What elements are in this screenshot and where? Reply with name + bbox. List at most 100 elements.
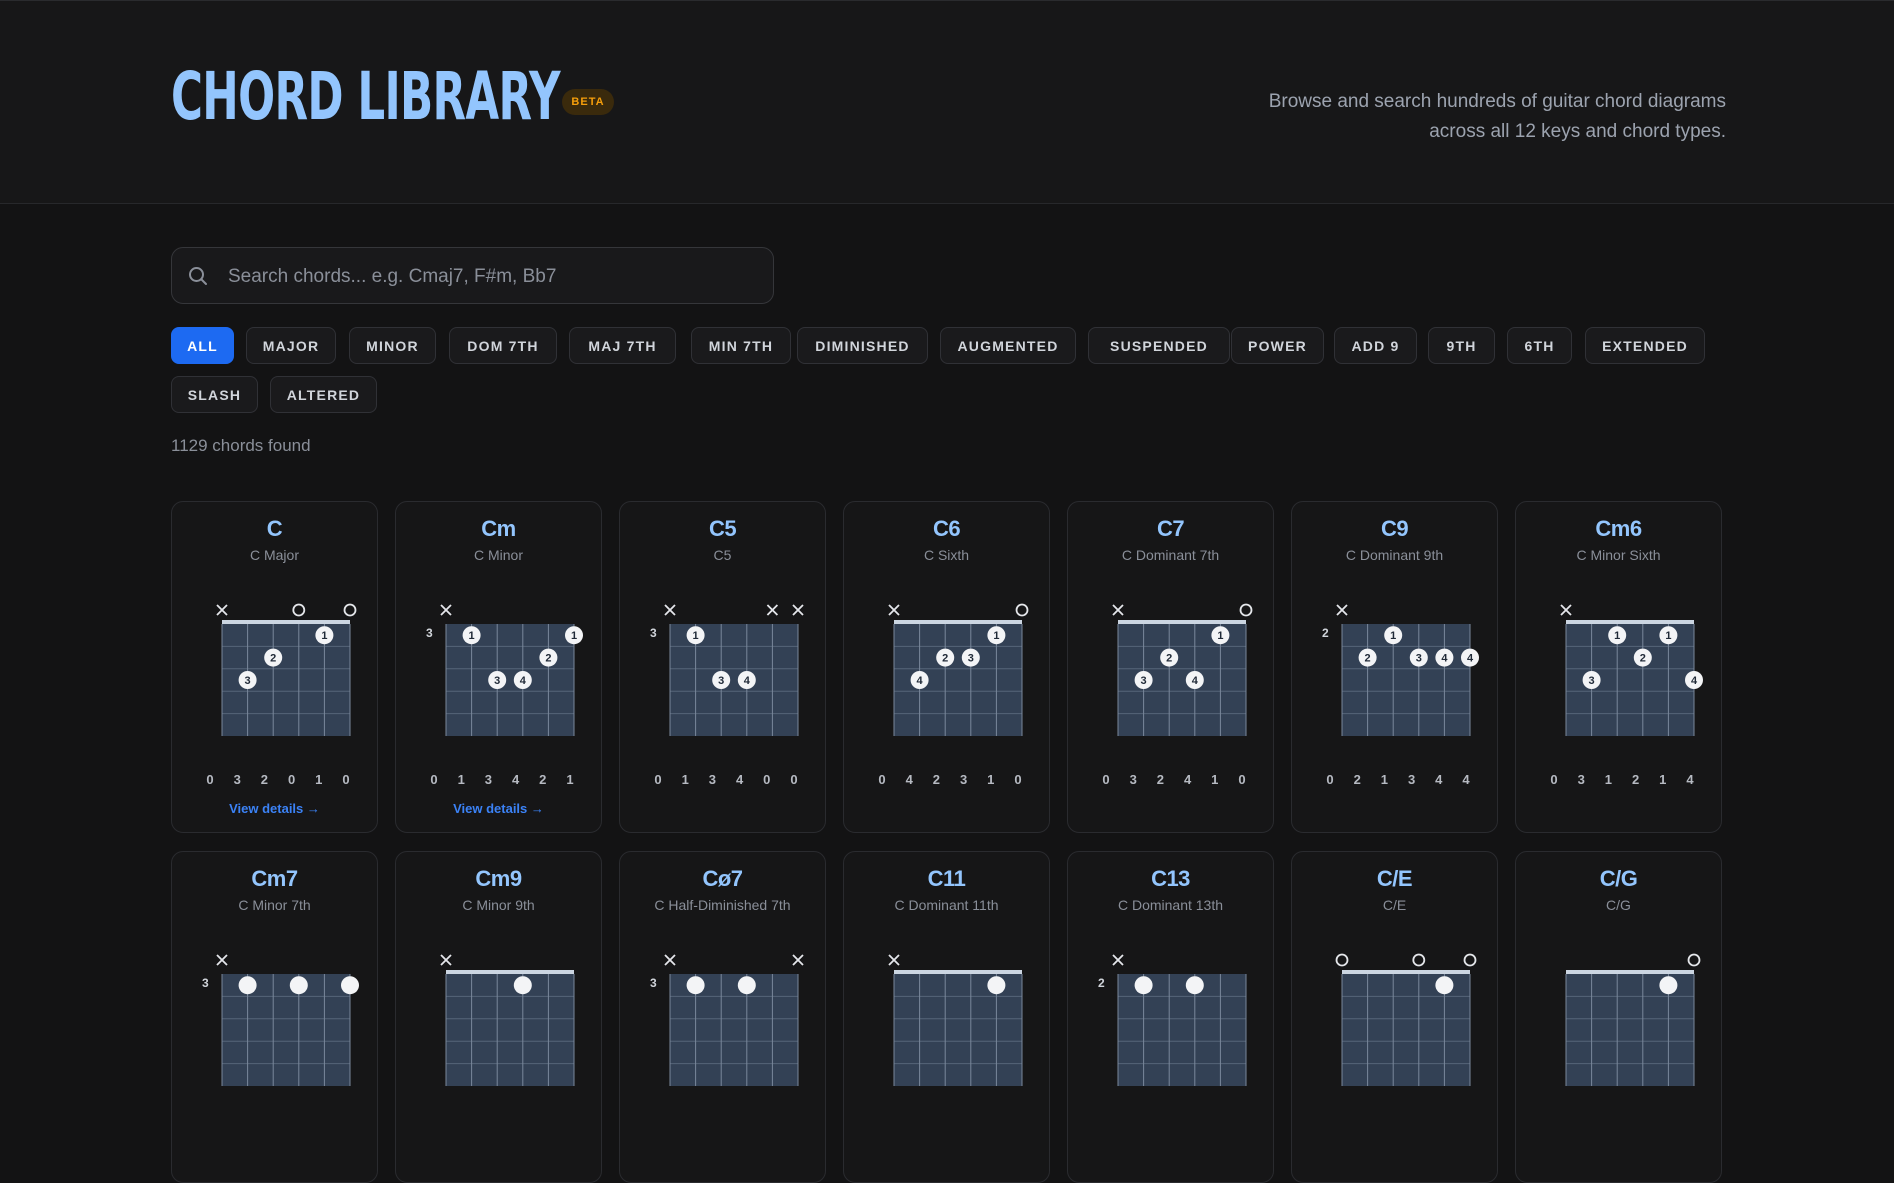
finger-label: 1 — [1211, 772, 1219, 787]
open-string-icon — [1687, 953, 1701, 967]
chord-name: Cm7 — [251, 866, 298, 891]
filter-chip-maj-7th[interactable]: MAJ 7TH — [569, 327, 676, 364]
finger-label: 4 — [511, 772, 520, 787]
open-string-icon — [1463, 953, 1477, 967]
search-input[interactable] — [226, 248, 760, 305]
finger-number: 3 — [494, 675, 500, 687]
chord-card[interactable]: Cm9 C Minor 9th — [395, 851, 602, 1183]
filter-chip-dom-7th[interactable]: DOM 7TH — [449, 327, 557, 364]
filter-chip-min-7th[interactable]: MIN 7TH — [691, 327, 791, 364]
chord-name: C9 — [1380, 516, 1409, 541]
chord-name: C5 — [708, 516, 737, 541]
view-details-link[interactable]: View details → — [396, 801, 601, 816]
finger-label: 3 — [233, 772, 241, 787]
finger-dot — [289, 976, 308, 995]
finger-number: 1 — [1614, 630, 1620, 642]
muted-string-icon — [1560, 604, 1572, 616]
finger-number: 3 — [968, 653, 974, 665]
chord-full-name: C Major — [249, 547, 299, 563]
finger-dot — [1659, 976, 1678, 995]
view-details-link[interactable]: View details → — [172, 801, 377, 816]
finger-label: 4 — [905, 772, 913, 787]
finger-label: 0 — [1102, 772, 1110, 787]
filter-chip-extended[interactable]: EXTENDED — [1585, 327, 1705, 364]
chord-card[interactable]: C/E C/E — [1291, 851, 1498, 1183]
nut — [894, 620, 1022, 624]
filter-chip-augmented[interactable]: AUGMENTED — [940, 327, 1076, 364]
finger-number: 2 — [1166, 653, 1172, 665]
finger-label: 0 — [654, 772, 662, 787]
filter-chip-slash[interactable]: SLASH — [171, 376, 258, 413]
finger-number: 4 — [1441, 653, 1448, 665]
chord-card[interactable]: Cø7 C Half-Diminished 7th 3 — [619, 851, 826, 1183]
filter-chip-all[interactable]: ALL — [171, 327, 234, 364]
finger-dot — [686, 976, 705, 995]
filter-chip-minor[interactable]: MINOR — [349, 327, 436, 364]
open-string-icon — [1412, 953, 1426, 967]
filter-chip-altered[interactable]: ALTERED — [270, 376, 377, 413]
chord-full-name: C Minor Sixth — [1576, 547, 1661, 563]
finger-label: 4 — [1686, 772, 1694, 787]
finger-label: 1 — [1604, 772, 1612, 787]
nut — [446, 970, 574, 974]
finger-number: 1 — [469, 630, 475, 642]
chord-card[interactable]: C13 C Dominant 13th 2 — [1067, 851, 1274, 1183]
muted-string-icon — [792, 954, 804, 966]
muted-string-icon — [888, 954, 900, 966]
chord-card[interactable]: C6 C Sixth 4 2 3 1 0 4 2 3 1 0 — [843, 501, 1050, 833]
chord-card[interactable]: C C Major 3 2 1 0 3 2 0 1 0 View details → — [171, 501, 378, 833]
muted-string-icon — [216, 954, 228, 966]
finger-label: 3 — [484, 772, 492, 787]
filter-chip-power[interactable]: POWER — [1231, 327, 1324, 364]
finger-dot — [987, 976, 1006, 995]
finger-number: 2 — [545, 653, 551, 665]
finger-number: 3 — [1141, 675, 1147, 687]
chord-card[interactable]: C5 C5 3 1 3 4 0 1 3 4 0 0 — [619, 501, 826, 833]
finger-label: 1 — [457, 772, 465, 787]
chord-full-name: C Sixth — [923, 547, 970, 563]
finger-label: 0 — [206, 772, 214, 787]
chord-card[interactable]: Cm C Minor 3 1 3 4 2 1 0 1 3 4 2 1 View details → — [395, 501, 602, 833]
finger-number: 4 — [744, 675, 751, 687]
finger-label: 2 — [932, 772, 940, 787]
finger-label: 3 — [959, 772, 968, 787]
filter-chip-add-9[interactable]: ADD 9 — [1334, 327, 1417, 364]
muted-string-icon — [1112, 954, 1124, 966]
finger-label: 0 — [287, 772, 296, 787]
chord-card[interactable]: Cm6 C Minor Sixth 3 1 2 1 4 0 3 1 2 1 4 — [1515, 501, 1722, 833]
chord-name: Cm — [481, 516, 516, 541]
finger-row: 0 3 1 2 1 4 — [1516, 772, 1721, 788]
finger-label: 0 — [1326, 772, 1334, 787]
open-string-icon — [292, 603, 306, 617]
filter-chip-diminished[interactable]: DIMINISHED — [797, 327, 928, 364]
finger-number: 4 — [520, 675, 527, 687]
chord-name: C/G — [1599, 866, 1638, 891]
base-fret-label: 3 — [202, 976, 209, 990]
chord-name: Cø7 — [702, 866, 743, 891]
open-string-icon — [1335, 953, 1349, 967]
base-fret-label: 3 — [650, 626, 657, 640]
chord-card[interactable]: C11 C Dominant 11th — [843, 851, 1050, 1183]
filter-chip-9th[interactable]: 9TH — [1428, 327, 1495, 364]
chord-full-name: C5 — [713, 547, 732, 563]
chord-card[interactable]: Cm7 C Minor 7th 3 — [171, 851, 378, 1183]
chord-name: C/E — [1376, 866, 1413, 891]
open-string-icon — [343, 603, 357, 617]
chord-card[interactable]: C9 C Dominant 9th 2 2 1 3 4 4 0 2 1 3 4 4 — [1291, 501, 1498, 833]
beta-badge: BETA — [562, 89, 614, 115]
finger-label: 0 — [1014, 772, 1022, 787]
search-box[interactable] — [171, 247, 774, 305]
finger-label: 1 — [315, 772, 323, 787]
muted-string-icon — [1336, 604, 1348, 616]
chord-card[interactable]: C7 C Dominant 7th 3 2 4 1 0 3 2 4 1 0 — [1067, 501, 1274, 833]
filter-chip-major[interactable]: MAJOR — [246, 327, 336, 364]
base-fret-label: 2 — [1098, 976, 1105, 990]
muted-string-icon — [216, 604, 228, 616]
muted-string-icon — [440, 954, 452, 966]
chord-diagram: 3 1 3 4 2 1 — [426, 604, 583, 736]
muted-string-icon — [792, 604, 804, 616]
filter-chip-suspended[interactable]: SUSPENDED — [1088, 327, 1230, 364]
finger-number: 1 — [1390, 630, 1396, 642]
chord-card[interactable]: C/G C/G — [1515, 851, 1722, 1183]
filter-chip-6th[interactable]: 6TH — [1507, 327, 1572, 364]
